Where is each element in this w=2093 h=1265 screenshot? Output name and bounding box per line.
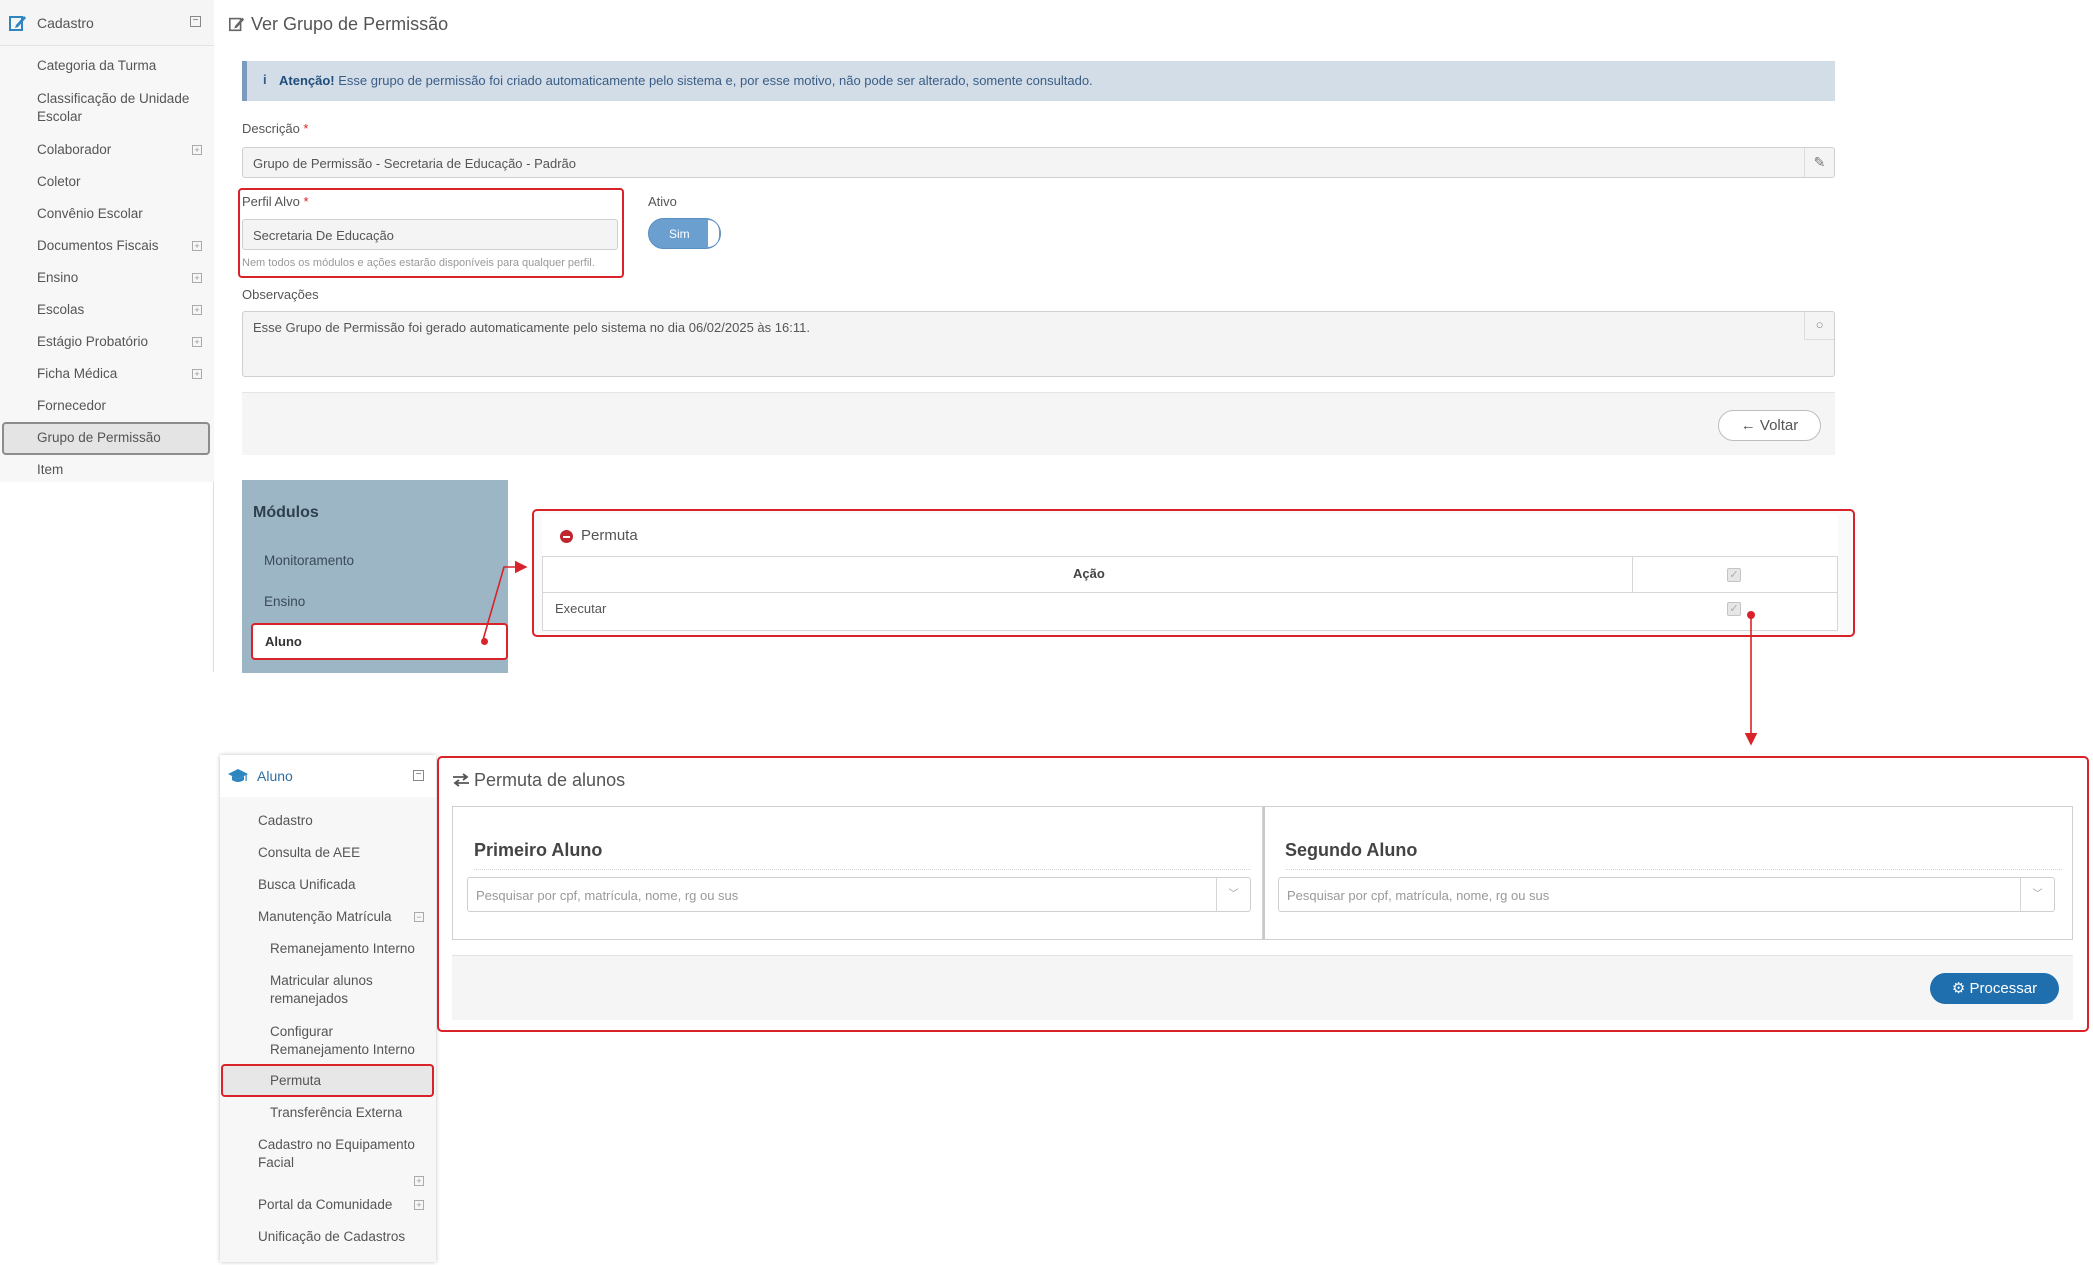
arrow-aluno-to-permuta (482, 560, 528, 641)
annotation-arrows (482, 560, 1758, 746)
